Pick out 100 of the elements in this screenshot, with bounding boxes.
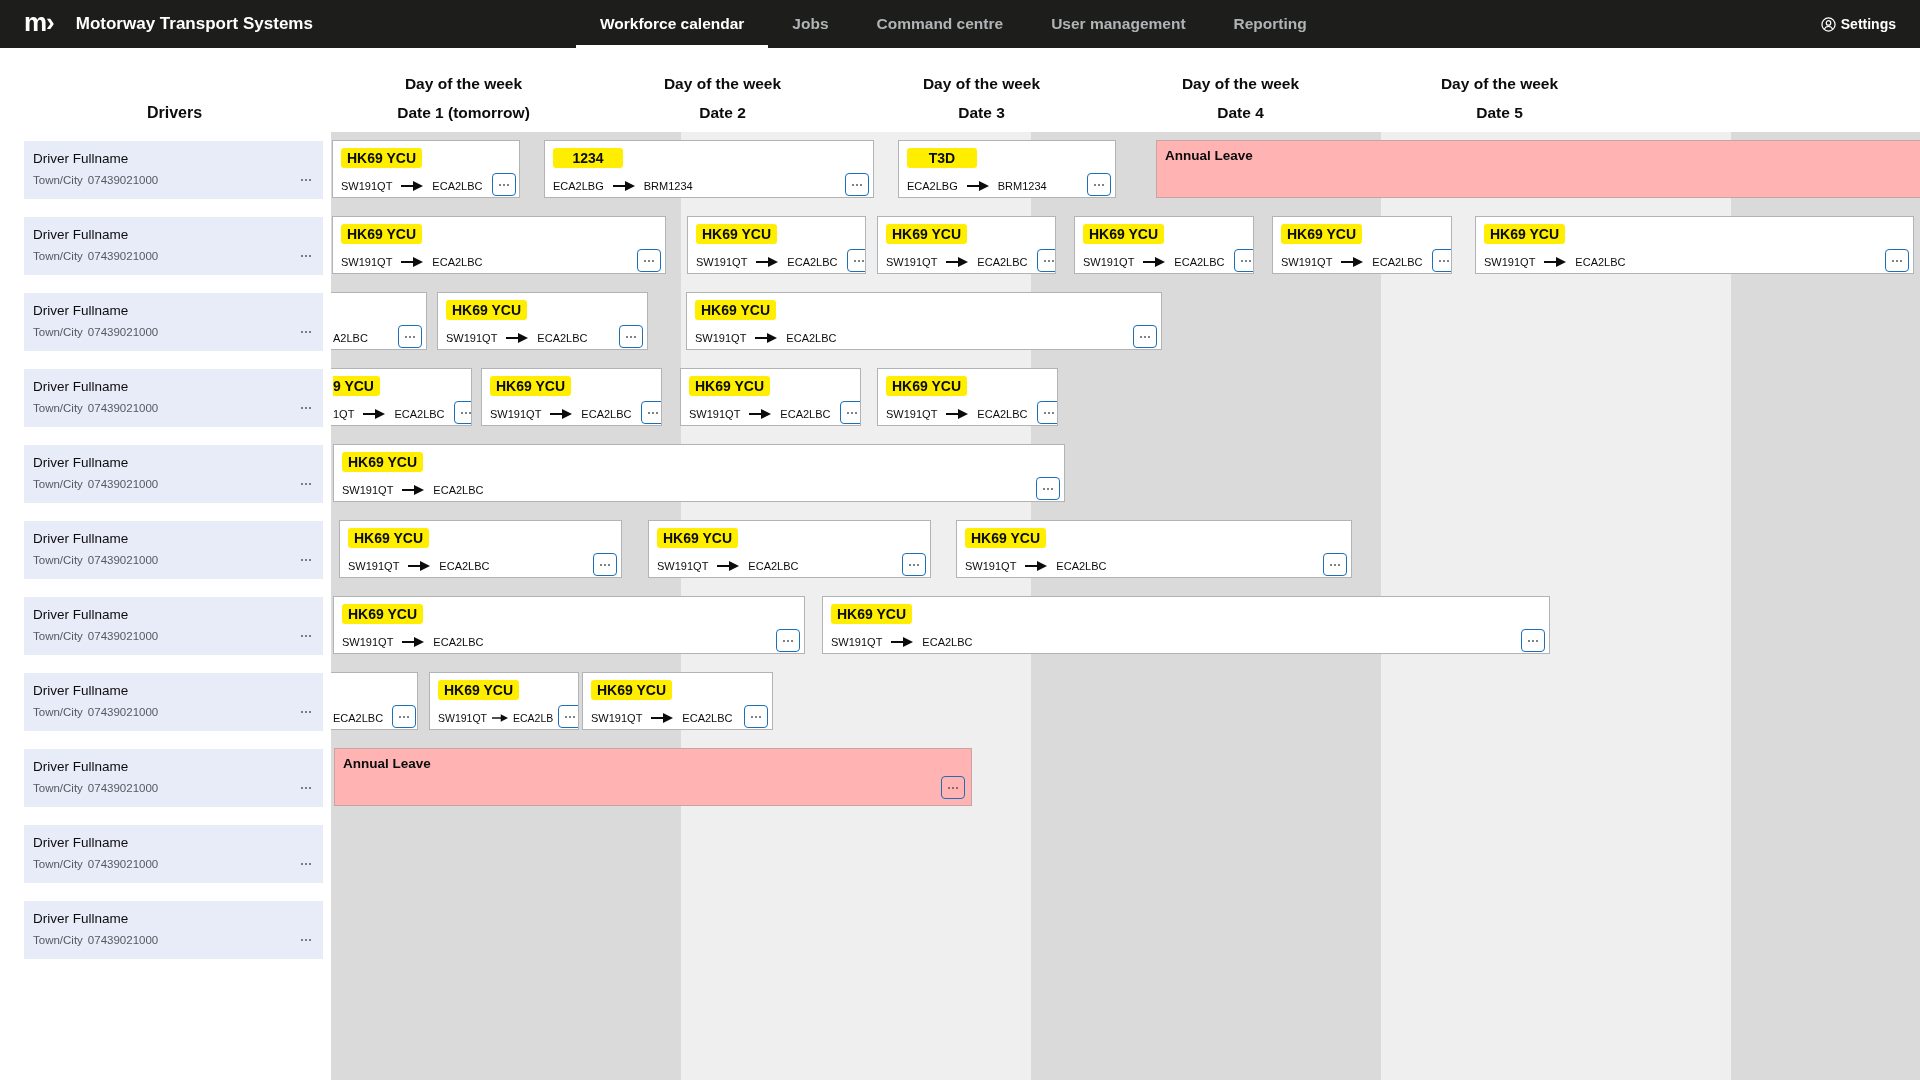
more-button[interactable]: [619, 325, 643, 348]
vehicle-registration: HK69 YCU: [886, 224, 967, 244]
driver-location: Town/City: [33, 934, 83, 946]
more-button[interactable]: [1323, 553, 1347, 576]
more-icon[interactable]: [300, 634, 312, 638]
more-button[interactable]: [1036, 401, 1057, 424]
driver-card[interactable]: Driver Fullname Town/City 07439021000: [24, 673, 323, 731]
job-card[interactable]: HK69 YCU SW191QT ECA2LBC: [333, 444, 1065, 502]
more-icon[interactable]: [300, 862, 312, 866]
job-card[interactable]: HK69 YCU SW191QT ECA2LBC: [437, 292, 648, 350]
job-card[interactable]: HK69 YCU SW191QT ECA2LBC: [1475, 216, 1914, 274]
driver-card[interactable]: Driver Fullname Town/City 07439021000: [24, 141, 323, 199]
driver-card[interactable]: Driver Fullname Town/City 07439021000: [24, 825, 323, 883]
job-card[interactable]: HK69 YCU SW191QT ECA2LBC: [877, 216, 1056, 274]
more-button[interactable]: [1885, 249, 1909, 272]
job-card[interactable]: A2LBC: [331, 292, 427, 350]
job-card[interactable]: HK69 YCU SW191QT ECA2LBC: [680, 368, 861, 426]
job-card[interactable]: HK69 YCU SW191QT ECA2LB: [429, 672, 579, 730]
more-icon: [908, 562, 920, 567]
driver-location: Town/City: [33, 630, 83, 642]
driver-card[interactable]: Driver Fullname Town/City 07439021000: [24, 217, 323, 275]
more-button[interactable]: [1133, 325, 1157, 348]
more-button[interactable]: [1233, 249, 1253, 272]
more-button[interactable]: [776, 629, 800, 652]
more-button[interactable]: [637, 249, 661, 272]
more-icon[interactable]: [300, 330, 312, 334]
job-card[interactable]: HK69 YCU SW191QT ECA2LBC: [481, 368, 662, 426]
job-card[interactable]: HK69 YCU SW191QT ECA2LBC: [877, 368, 1058, 426]
job-card[interactable]: HK69 YCU SW191QT ECA2LBC: [822, 596, 1550, 654]
more-icon[interactable]: [300, 786, 312, 790]
arrow-icon: [1544, 257, 1567, 267]
more-button[interactable]: [398, 325, 422, 348]
more-button[interactable]: [1521, 629, 1545, 652]
more-icon[interactable]: [300, 178, 312, 182]
more-icon[interactable]: [300, 938, 312, 942]
job-card[interactable]: HK69 YCU SW191QT ECA2LBC: [582, 672, 773, 730]
arrow-icon: [401, 257, 424, 267]
nav-tab[interactable]: Jobs: [768, 0, 853, 48]
more-button[interactable]: [845, 173, 869, 196]
more-button[interactable]: [1036, 249, 1055, 272]
driver-location: Town/City: [33, 782, 83, 794]
more-button[interactable]: [453, 401, 471, 424]
more-icon[interactable]: [300, 710, 312, 714]
job-card[interactable]: 1234 ECA2LBG BRM1234: [544, 140, 874, 198]
nav-tab[interactable]: User management: [1027, 0, 1210, 48]
driver-card[interactable]: Driver Fullname Town/City 07439021000: [24, 749, 323, 807]
arrow-icon: [891, 637, 914, 647]
more-button[interactable]: [1431, 249, 1451, 272]
destination-code: ECA2LBC: [748, 560, 799, 572]
more-button[interactable]: [593, 553, 617, 576]
settings-link[interactable]: Settings: [1820, 0, 1896, 48]
origin-code: 1QT: [333, 408, 355, 420]
driver-card[interactable]: Driver Fullname Town/City 07439021000: [24, 597, 323, 655]
more-button[interactable]: [392, 705, 417, 728]
origin-code: SW191QT: [438, 712, 487, 724]
more-button[interactable]: [1087, 173, 1111, 196]
driver-card[interactable]: Driver Fullname Town/City 07439021000: [24, 293, 323, 351]
origin-code: SW191QT: [657, 560, 709, 572]
nav-tab[interactable]: Command centre: [852, 0, 1028, 48]
app-title: Motorway Transport Systems: [75, 14, 313, 34]
more-button[interactable]: [1036, 477, 1060, 500]
job-card[interactable]: HK69 YCU SW191QT ECA2LBC: [686, 292, 1162, 350]
job-card[interactable]: ECA2LBC: [331, 672, 418, 730]
more-button[interactable]: [902, 553, 926, 576]
more-icon[interactable]: [300, 558, 312, 562]
driver-card[interactable]: Driver Fullname Town/City 07439021000: [24, 521, 323, 579]
job-card[interactable]: HK69 YCU SW191QT ECA2LBC: [1272, 216, 1452, 274]
destination-code: ECA2LBC: [977, 408, 1028, 420]
job-card[interactable]: HK69 YCU SW191QT ECA2LBC: [648, 520, 931, 578]
more-button[interactable]: [640, 401, 661, 424]
more-button[interactable]: [941, 776, 965, 799]
nav-tab[interactable]: Workforce calendar: [575, 0, 769, 48]
job-card[interactable]: HK69 YCU SW191QT ECA2LBC: [332, 216, 666, 274]
more-button[interactable]: [744, 705, 768, 728]
driver-card[interactable]: Driver Fullname Town/City 07439021000: [24, 445, 323, 503]
nav-tab[interactable]: Reporting: [1209, 0, 1331, 48]
job-card[interactable]: HK69 YCU SW191QT ECA2LBC: [1074, 216, 1254, 274]
job-card[interactable]: HK69 YCU SW191QT ECA2LBC: [332, 140, 520, 198]
job-card[interactable]: HK69 YCU SW191QT ECA2LBC: [687, 216, 866, 274]
destination-code: ECA2LBC: [1575, 256, 1626, 268]
origin-code: SW191QT: [342, 636, 394, 648]
more-icon[interactable]: [300, 482, 312, 486]
driver-phone: 07439021000: [87, 934, 159, 946]
more-button[interactable]: [491, 173, 516, 196]
driver-card[interactable]: Driver Fullname Town/City 07439021000: [24, 901, 323, 959]
job-card[interactable]: HK69 YCU SW191QT ECA2LBC: [339, 520, 622, 578]
driver-card[interactable]: Driver Fullname Town/City 07439021000: [24, 369, 323, 427]
more-button[interactable]: [558, 705, 578, 728]
more-icon[interactable]: [300, 406, 312, 410]
more-icon: [1042, 258, 1055, 263]
job-card[interactable]: T3D ECA2LBG BRM1234: [898, 140, 1116, 198]
leave-card[interactable]: Annual Leave: [334, 748, 972, 806]
more-icon[interactable]: [300, 254, 312, 258]
more-button[interactable]: [839, 401, 860, 424]
leave-title: Annual Leave: [1165, 148, 1254, 163]
leave-card[interactable]: Annual Leave: [1156, 140, 1920, 198]
job-card[interactable]: HK69 YCU SW191QT ECA2LBC: [956, 520, 1352, 578]
job-card[interactable]: HK69 YCU SW191QT ECA2LBC: [333, 596, 805, 654]
more-button[interactable]: [846, 249, 865, 272]
job-card[interactable]: 9 YCU 1QT ECA2LBC: [331, 368, 472, 426]
